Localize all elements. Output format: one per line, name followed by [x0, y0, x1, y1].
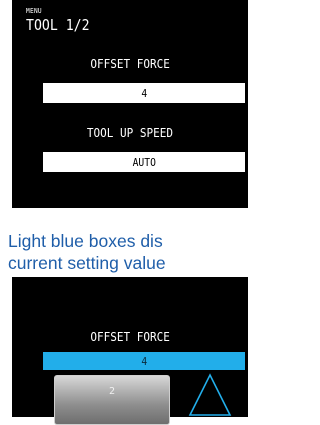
- tool-up-speed-label: TOOL UP SPEED: [86, 125, 174, 140]
- offset-force-edit-label: OFFSET FORCE: [90, 329, 170, 344]
- menu-tag: MENU: [26, 7, 42, 15]
- triangle-up-icon[interactable]: [188, 373, 232, 417]
- screen-title: TOOL 1/2: [26, 16, 90, 34]
- caption-line-1: Light blue boxes dis: [8, 231, 163, 251]
- caption-line-2: current setting value: [8, 253, 166, 273]
- offset-force-value-box[interactable]: 4: [43, 83, 245, 103]
- value-key-label: 2: [108, 386, 116, 397]
- tool-up-speed-value-box[interactable]: AUTO: [43, 152, 245, 172]
- offset-force-current-value: 4: [141, 354, 147, 368]
- offset-force-current-value-box[interactable]: 4: [43, 352, 245, 370]
- value-key-button[interactable]: 2: [54, 375, 170, 425]
- offset-force-value: 4: [141, 86, 147, 100]
- lcd-screen-offset-force-edit: OFFSET FORCE 4 2: [12, 277, 248, 425]
- lcd-screen-tool-menu: MENU TOOL 1/2 OFFSET FORCE 4 TOOL UP SPE…: [12, 0, 248, 208]
- tool-up-speed-value: AUTO: [132, 155, 156, 169]
- offset-force-label: OFFSET FORCE: [90, 56, 170, 71]
